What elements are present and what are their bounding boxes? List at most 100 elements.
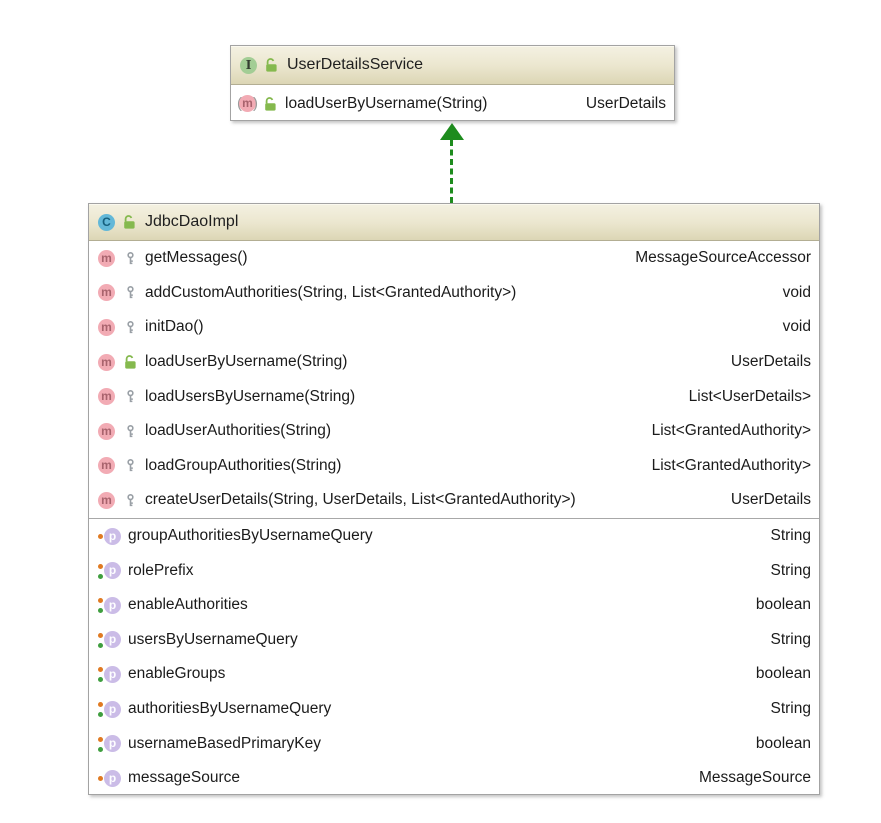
method-row[interactable]: maddCustomAuthorities(String, List<Grant…	[89, 276, 819, 311]
method-return-type: void	[783, 284, 811, 302]
method-row[interactable]: mloadGroupAuthorities(String)List<Grante…	[89, 449, 819, 484]
property-icon: p	[98, 700, 121, 718]
method-row[interactable]: mloadUserAuthorities(String)List<Granted…	[89, 414, 819, 449]
interface-node-userdetailsservice[interactable]: I UserDetailsService (m)loadUserByUserna…	[230, 45, 675, 121]
property-row[interactable]: p groupAuthoritiesByUsernameQuery String	[89, 519, 819, 554]
property-icon: p	[98, 735, 121, 753]
property-row[interactable]: p usernameBasedPrimaryKey boolean	[89, 726, 819, 761]
protected-key-icon	[122, 319, 138, 335]
method-return-type: List<UserDetails>	[689, 388, 811, 406]
property-type: MessageSource	[699, 769, 811, 787]
method-icon-group: m	[98, 284, 115, 301]
property-row[interactable]: p enableAuthorities boolean	[89, 588, 819, 623]
property-name: usernameBasedPrimaryKey	[128, 735, 321, 753]
property-type: boolean	[756, 665, 811, 683]
property-icon: p	[98, 631, 121, 649]
public-lock-icon	[263, 57, 279, 73]
method-icon: m	[98, 354, 115, 371]
method-return-type: UserDetails	[731, 353, 811, 371]
getter-dot-icon	[98, 574, 103, 579]
property-name: enableAuthorities	[128, 596, 248, 614]
property-icon-letter: p	[104, 666, 121, 683]
getter-dot-icon	[98, 608, 103, 613]
method-row[interactable]: minitDao()void	[89, 310, 819, 345]
method-icon-group: m	[98, 492, 115, 509]
property-icon-letter: p	[104, 770, 121, 787]
property-name: enableGroups	[128, 665, 225, 683]
property-icon: p	[98, 769, 121, 787]
property-icon-letter: p	[104, 735, 121, 752]
protected-key-icon	[122, 285, 138, 301]
method-icon-group: m	[98, 319, 115, 336]
getter-dot-icon	[98, 643, 103, 648]
property-name: usersByUsernameQuery	[128, 631, 298, 649]
getter-dot-icon	[98, 712, 103, 717]
method-icon: m	[98, 250, 115, 267]
method-name: createUserDetails(String, UserDetails, L…	[145, 491, 576, 509]
method-row[interactable]: m loadUserByUsername(String) UserDetails	[89, 345, 819, 380]
method-icon: m	[98, 492, 115, 509]
interface-node-header[interactable]: I UserDetailsService	[231, 46, 674, 85]
method-icon: m	[98, 284, 115, 301]
setter-dot-icon	[98, 667, 103, 672]
method-name: loadUsersByUsername(String)	[145, 388, 355, 406]
property-type: String	[771, 631, 812, 649]
property-row[interactable]: p messageSource MessageSource	[89, 761, 819, 796]
method-name: initDao()	[145, 318, 204, 336]
method-icon-group: m	[98, 388, 115, 405]
property-type: String	[771, 527, 812, 545]
property-row[interactable]: p rolePrefix String	[89, 553, 819, 588]
class-icon: C	[98, 214, 115, 231]
method-row[interactable]: (m)loadUserByUsername(String)UserDetails	[231, 85, 674, 122]
method-icon: m	[98, 423, 115, 440]
method-row[interactable]: m createUserDetails(String, UserDetails, …	[89, 483, 819, 518]
class-node-jdbcdaoimpl[interactable]: C JdbcDaoImpl m getMessages() MessageSourc…	[88, 203, 820, 795]
property-icon: p	[98, 562, 121, 580]
setter-dot-icon	[98, 534, 103, 539]
protected-key-icon	[122, 458, 138, 474]
method-row[interactable]: m loadUsersByUsername(String) List<UserDet…	[89, 379, 819, 414]
setter-dot-icon	[98, 702, 103, 707]
method-name: loadGroupAuthorities(String)	[145, 457, 341, 475]
property-row[interactable]: pauthoritiesByUsernameQueryString	[89, 692, 819, 727]
method-icon-group: (m)	[240, 95, 255, 112]
property-type: String	[771, 562, 812, 580]
property-icon: p	[98, 665, 121, 683]
property-name: rolePrefix	[128, 562, 193, 580]
method-row[interactable]: mgetMessages()MessageSourceAccessor	[89, 241, 819, 276]
public-lock-icon	[122, 354, 138, 370]
class-node-header[interactable]: C JdbcDaoImpl	[89, 204, 819, 241]
property-row[interactable]: p enableGroups boolean	[89, 657, 819, 692]
method-icon-group: m	[98, 250, 115, 267]
setter-dot-icon	[98, 737, 103, 742]
method-return-type: UserDetails	[731, 491, 811, 509]
interface-icon: I	[240, 57, 257, 74]
property-icon-letter: p	[104, 528, 121, 545]
node-title: UserDetailsService	[285, 56, 423, 74]
uml-diagram-canvas: I UserDetailsService (m)loadUserByUserna…	[0, 0, 881, 823]
method-name: loadUserByUsername(String)	[145, 353, 347, 371]
property-icon: p	[98, 527, 121, 545]
getter-dot-icon	[98, 677, 103, 682]
setter-dot-icon	[98, 776, 103, 781]
property-type: boolean	[756, 596, 811, 614]
property-type: boolean	[756, 735, 811, 753]
property-icon: p	[98, 596, 121, 614]
property-row[interactable]: p usersByUsernameQuery String	[89, 623, 819, 658]
property-icon-letter: p	[104, 562, 121, 579]
method-icon: m	[98, 319, 115, 336]
property-name: messageSource	[128, 769, 240, 787]
abstract-paren-icon: )	[253, 95, 258, 112]
setter-dot-icon	[98, 564, 103, 569]
method-return-type: List<GrantedAuthority>	[652, 422, 811, 440]
node-title: JdbcDaoImpl	[143, 213, 238, 231]
property-type: String	[771, 700, 812, 718]
realization-arrowhead-icon[interactable]	[440, 123, 464, 140]
method-name: getMessages()	[145, 249, 248, 267]
setter-dot-icon	[98, 633, 103, 638]
property-name: groupAuthoritiesByUsernameQuery	[128, 527, 373, 545]
method-icon: m	[98, 457, 115, 474]
realization-edge[interactable]	[450, 140, 453, 203]
setter-dot-icon	[98, 598, 103, 603]
getter-dot-icon	[98, 747, 103, 752]
